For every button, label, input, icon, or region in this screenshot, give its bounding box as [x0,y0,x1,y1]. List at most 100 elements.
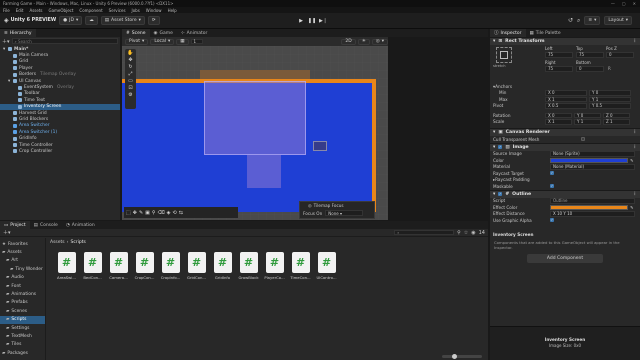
component-menu-icon[interactable]: ⋮ [632,192,637,197]
folder-item[interactable]: ▰ Scenes [0,307,45,315]
eyedropper-icon[interactable]: ✎ [630,158,634,163]
rotation-y-field[interactable]: Y 0 [574,112,601,118]
script-asset[interactable]: # PlayerCo... [264,252,285,286]
right-field[interactable]: 75 [545,66,573,72]
layers-dropdown[interactable]: ≡ ▾ [584,16,601,25]
eyedropper-icon[interactable]: ✎ [630,205,634,210]
hierarchy-item[interactable]: Crop Controller [0,148,120,154]
tab-project[interactable]: ▭ Project [0,221,30,229]
custom-tool-icon[interactable]: ⚙ [128,92,132,98]
max-y-field[interactable]: Y 1 [589,96,631,102]
pause-button[interactable]: ❚❚ [307,16,317,25]
rotate-tool-icon[interactable]: ↻ [128,64,132,70]
folder-item[interactable]: ▰ Tiles [0,341,45,349]
folder-item[interactable]: ▰ Settings [0,324,45,332]
outline-header[interactable]: ▾ ✓ # Outline ⋮ [490,189,640,198]
breadcrumb-scripts[interactable]: Scripts [70,240,85,245]
asset-store-button[interactable]: ▤ Asset Store ▾ [100,16,145,25]
tab-hierarchy[interactable]: ≡ Hierarchy [0,29,36,37]
search-icon[interactable]: ⌕ [577,17,580,25]
pivot-y-field[interactable]: Y 0.5 [589,103,631,109]
max-x-field[interactable]: X 1 [545,96,587,102]
script-asset[interactable]: # AreaSwi... [56,252,77,286]
picker-icon[interactable]: ⚲ [152,210,156,216]
script-asset[interactable]: # TimeCon... [290,252,311,286]
menu-jobs[interactable]: Jobs [132,8,140,13]
folder-item[interactable]: ▰ Packages [0,349,45,357]
script-asset[interactable]: # UIContro... [316,252,337,286]
move-tool-icon[interactable]: ✥ [128,57,132,63]
left-field[interactable]: 75 [545,52,573,58]
folder-item[interactable]: ▰ Audio [0,274,45,282]
menu-services[interactable]: Services [109,8,126,13]
history-icon[interactable]: ↺ [568,17,573,24]
min-x-field[interactable]: X 0 [545,90,587,96]
project-search-input[interactable]: ⌕ [394,229,455,236]
script-asset[interactable]: # CropCon... [134,252,155,286]
fill-icon[interactable]: ◈ [167,210,171,216]
menu-help[interactable]: Help [168,8,177,13]
image-color-swatch[interactable] [550,157,628,163]
add-asset-icon[interactable]: ＋▾ [3,229,11,236]
component-menu-icon[interactable]: ⋮ [632,145,637,150]
paint-tool-icon[interactable]: ✎ [139,210,143,216]
menu-gameobject[interactable]: GameObject [48,8,73,13]
rotation-z-field[interactable]: Z 0 [603,112,630,118]
2d-toggle[interactable]: 2D [341,38,356,45]
grid-snap-button[interactable]: ▦ [176,38,189,45]
step-button[interactable]: ▶❘ [318,16,328,25]
collab-button[interactable]: ⟳ [147,16,160,25]
folder-item[interactable]: ▰ Assets [0,248,45,256]
filter-icon[interactable]: ⚲ [457,230,461,236]
add-icon[interactable]: ＋▾ [2,38,10,45]
menu-window[interactable]: Window [146,8,162,13]
effect-distance-field[interactable]: X 10 Y 10 [550,211,635,217]
move-tile-icon[interactable]: ✥ [133,210,137,216]
material-field[interactable]: None (Material) [550,164,635,170]
breadcrumb-assets[interactable]: Assets [50,240,65,245]
select-tool-icon[interactable]: ⬚ [126,210,131,216]
focus-on-dropdown[interactable]: None ▾ [325,210,364,216]
cloud-button[interactable]: ☁ [85,16,98,25]
tab-animation[interactable]: ◔ Animation [62,221,99,229]
folder-item[interactable]: ▰ Tiny Wonder [0,265,45,273]
script-asset[interactable]: # Camera... [108,252,129,286]
menu-edit[interactable]: Edit [16,8,24,13]
menu-component[interactable]: Component [79,8,102,13]
lighting-toggle[interactable]: ☀ [357,38,370,45]
use-graphic-alpha-checkbox[interactable]: ✓ [550,218,554,223]
star-icon[interactable]: ☆ [464,230,468,236]
tab-inspector[interactable]: ⓘ Inspector [490,29,526,37]
account-button[interactable]: ● JD ▾ [59,16,83,25]
script-asset[interactable]: # GrowBlock [238,252,259,286]
tab-scene[interactable]: # Scene [122,29,150,37]
script-asset[interactable]: # GridCon... [186,252,207,286]
raycast-target-checkbox[interactable]: ✓ [550,171,554,176]
folder-item[interactable]: ▰ Scripts [0,315,45,324]
script-asset[interactable]: # BedCon... [82,252,103,286]
rotation-x-field[interactable]: X 0 [545,112,572,118]
pos-z-field[interactable]: 0 [606,52,634,58]
expand-arrow-icon[interactable]: ▾ [8,79,11,84]
outline-enabled-checkbox[interactable]: ✓ [498,192,503,196]
folder-item[interactable]: ▰ Art [0,257,45,265]
top-field[interactable]: 75 [576,52,604,58]
minimize-icon[interactable]: — [611,1,615,6]
min-y-field[interactable]: Y 0 [589,90,631,96]
pivot-dropdown[interactable]: Pivot ▾ [125,38,149,45]
flip-tile-icon[interactable]: ⇆ [179,210,183,216]
gizmos-dropdown[interactable]: ◎ ▾ [371,38,388,45]
rect-tool-icon[interactable]: ▭ [128,78,133,84]
component-menu-icon[interactable]: ⋮ [632,130,637,135]
play-button[interactable]: ▶ [296,16,306,25]
close-icon[interactable]: ✕ [633,1,636,6]
folder-item[interactable]: ▰ Font [0,282,45,290]
script-asset[interactable]: # GridInfo [212,252,233,286]
component-menu-icon[interactable]: ⋮ [632,39,637,44]
rect-transform-header[interactable]: ▾ ⊞ Rect Transform ⋮ [490,37,640,45]
image-enabled-checkbox[interactable]: ✓ [498,145,503,149]
local-dropdown[interactable]: Local ▾ [150,38,175,45]
image-header[interactable]: ▾ ✓ ▨ Image ⋮ [490,142,640,151]
tab-tile-palette[interactable]: ▦ Tile Palette [526,29,565,37]
cull-transparent-checkbox[interactable] [581,137,585,142]
